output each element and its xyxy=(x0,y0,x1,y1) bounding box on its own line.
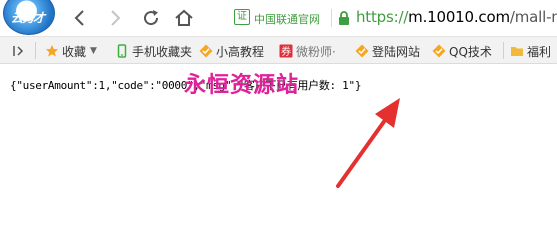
bookmark-item-tutorial[interactable]: 小高教程 xyxy=(199,42,264,60)
chevron-left-icon xyxy=(74,10,84,26)
bookmark-item-welfare[interactable]: 福利 xyxy=(510,42,551,60)
bookmark-item-mobile[interactable]: 手机收藏夹 xyxy=(115,42,192,60)
certificate-icon[interactable]: 证 xyxy=(234,9,250,25)
folder-icon xyxy=(511,47,523,56)
svg-text:券: 券 xyxy=(281,45,291,58)
address-divider xyxy=(331,9,332,27)
chevron-right-icon xyxy=(111,10,121,26)
ticket-icon: 券 xyxy=(279,44,293,58)
logo-text: 云秀才 xyxy=(11,11,45,25)
bookmark-item-login-site[interactable]: 登陆网站 xyxy=(355,42,420,60)
bookmarks-divider xyxy=(35,42,36,59)
home-icon xyxy=(175,9,193,26)
phone-icon xyxy=(117,44,127,58)
page-content: {"userAmount":1,"code":"0000","msg":"客户下… xyxy=(0,64,557,248)
browser-toolbar: 云秀才 证 中国联通官网 https://m.10010.com/mall-mo xyxy=(0,0,557,36)
forward-button[interactable] xyxy=(103,6,127,30)
check-badge-icon xyxy=(432,44,446,58)
address-bar[interactable]: 证 中国联通官网 https://m.10010.com/mall-mo xyxy=(228,5,557,31)
url-text[interactable]: https://m.10010.com/mall-mo xyxy=(356,8,557,26)
red-arrow-annotation xyxy=(336,98,400,188)
sidebar-toggle-icon xyxy=(13,46,24,56)
back-button[interactable] xyxy=(68,6,92,30)
url-scheme: https:// xyxy=(356,8,409,26)
bookmark-label: 福利 xyxy=(527,44,552,59)
watermark-text: 永恒资源站 xyxy=(184,73,300,98)
bookmark-label: 登陆网站 xyxy=(372,44,421,59)
bookmark-label: QQ技术 xyxy=(449,44,492,59)
bookmark-label: 手机收藏夹 xyxy=(132,44,193,59)
chevron-down-icon: ▼ xyxy=(90,46,97,56)
check-badge-icon xyxy=(355,44,369,58)
url-path: /mall-mo xyxy=(509,8,557,26)
home-button[interactable] xyxy=(172,6,196,30)
bookmark-item-weifen[interactable]: 券 微粉师· xyxy=(279,42,336,60)
check-badge-icon xyxy=(199,44,213,58)
star-icon xyxy=(46,45,58,57)
bookmark-label: 收藏 xyxy=(62,44,87,59)
browser-logo[interactable]: 云秀才 xyxy=(3,0,55,35)
bookmark-label: 微粉师· xyxy=(296,44,336,59)
sidebar-toggle-button[interactable] xyxy=(12,42,26,60)
reload-button[interactable] xyxy=(139,6,163,30)
bookmark-label: 小高教程 xyxy=(216,44,265,59)
reload-icon xyxy=(144,10,159,26)
bookmarks-bar: 收藏 ▼ 手机收藏夹 小高教程 券 微粉师· 登陆网站 QQ技术 福利 xyxy=(0,36,557,64)
url-host: m.10010.com xyxy=(408,8,510,26)
lock-icon[interactable] xyxy=(338,10,350,26)
bookmark-item-favorites[interactable]: 收藏 ▼ xyxy=(45,42,97,60)
bookmark-item-qq-tech[interactable]: QQ技术 xyxy=(432,42,492,60)
bookmarks-divider xyxy=(503,42,504,59)
certificate-label[interactable]: 中国联通官网 xyxy=(254,11,320,27)
